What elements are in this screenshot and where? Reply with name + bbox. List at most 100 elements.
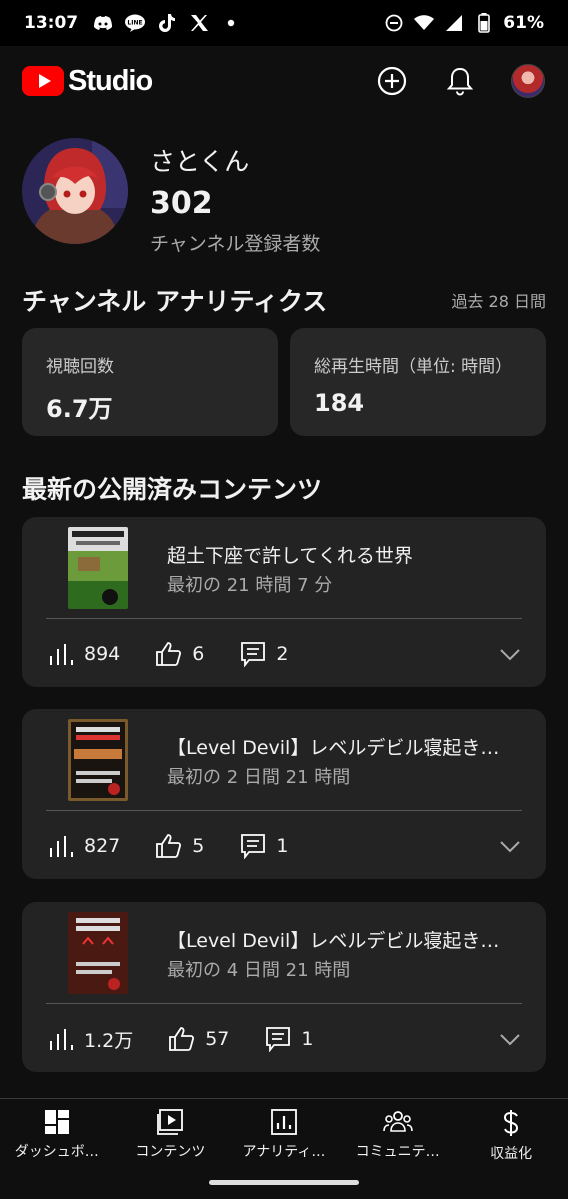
comments-count: 2 [276, 643, 289, 665]
watch-time-card[interactable]: 総再生時間（単位: 時間） 184 [290, 328, 546, 436]
video-title: 【Level Devil】レベルデビル寝起きで… [167, 930, 517, 952]
battery-icon [473, 13, 495, 33]
wifi-icon [413, 14, 435, 32]
svg-text:LINE: LINE [128, 20, 143, 27]
thumbs-up-icon [169, 1027, 195, 1051]
dnd-icon [383, 14, 405, 32]
content-icon [157, 1109, 184, 1135]
battery-percent: 61% [503, 13, 544, 33]
video-period: 最初の 2 日間 21 時間 [167, 767, 351, 788]
line-icon: LINE [124, 14, 146, 32]
comment-icon [241, 642, 266, 667]
video-period: 最初の 21 時間 7 分 [167, 575, 333, 596]
divider [46, 618, 522, 619]
account-button[interactable] [510, 63, 546, 99]
dollar-icon [504, 1110, 519, 1136]
content-card[interactable]: 超土下座で許してくれる世界 最初の 21 時間 7 分 894 6 2 [22, 517, 546, 687]
latest-content-title: 最新の公開済みコンテンツ [22, 475, 323, 504]
likes-metric: 57 [169, 1027, 229, 1051]
likes-count: 5 [192, 835, 205, 857]
bar-chart-icon [50, 644, 73, 665]
comments-metric: 1 [265, 1026, 314, 1052]
discord-icon [92, 14, 114, 32]
comments-metric: 2 [240, 641, 288, 667]
content-card[interactable]: 【Level Devil】レベルデビル寝起きで… 最初の 2 日間 21 時間 … [22, 709, 546, 879]
thumbs-up-icon [156, 642, 182, 666]
likes-metric: 5 [156, 834, 204, 858]
bar-chart-icon [50, 836, 73, 857]
status-time: 13:07 [24, 13, 79, 33]
plus-circle-icon [377, 66, 407, 96]
views-metric: 827 [48, 835, 120, 857]
logo-text: Studio [68, 64, 153, 97]
nav-label: ダッシュボ… [14, 1144, 99, 1160]
expand-button[interactable] [498, 834, 522, 858]
comments-count: 1 [276, 835, 289, 857]
x-icon [188, 14, 210, 32]
comment-icon [266, 1027, 291, 1052]
create-button[interactable] [374, 63, 410, 99]
stat-label: 総再生時間（単位: 時間） [314, 357, 513, 377]
app-header: Studio [0, 46, 568, 116]
video-thumbnail[interactable] [68, 719, 128, 801]
home-indicator[interactable] [209, 1180, 359, 1185]
status-bar: 13:07 LINE 61% [0, 0, 568, 46]
likes-count: 6 [192, 643, 205, 665]
stat-value: 6.7万 [46, 395, 113, 423]
video-thumbnail[interactable] [68, 912, 128, 994]
bar-chart-icon [50, 1029, 73, 1050]
channel-avatar[interactable] [22, 138, 128, 244]
tiktok-icon [156, 14, 178, 32]
avatar [511, 64, 545, 98]
notifications-button[interactable] [442, 63, 478, 99]
likes-count: 57 [205, 1028, 230, 1050]
analytics-title: チャンネル アナリティクス [22, 287, 328, 316]
video-period: 最初の 4 日間 21 時間 [167, 960, 351, 981]
chevron-down-icon [500, 1034, 520, 1046]
analytics-period: 過去 28 日間 [451, 292, 546, 311]
views-metric: 1.2万 [48, 1026, 133, 1053]
channel-profile: さとくん 302 チャンネル登録者数 [22, 138, 320, 256]
signal-icon [443, 14, 465, 32]
content-card[interactable]: 【Level Devil】レベルデビル寝起きで… 最初の 4 日間 21 時間 … [22, 902, 546, 1072]
video-title: 【Level Devil】レベルデビル寝起きで… [167, 737, 517, 759]
nav-label: コミュニテ… [355, 1144, 440, 1160]
comments-metric: 1 [240, 833, 288, 859]
studio-logo[interactable]: Studio [22, 64, 153, 98]
nav-label: コンテンツ [135, 1144, 206, 1160]
dashboard-icon [44, 1110, 69, 1134]
video-thumbnail[interactable] [68, 527, 128, 609]
stat-label: 視聴回数 [46, 357, 114, 377]
analytics-header: チャンネル アナリティクス 過去 28 日間 [22, 282, 546, 318]
bottom-navigation: ダッシュボ… コンテンツ アナリティ… コミュニテ… 収益化 [0, 1098, 568, 1199]
video-title: 超土下座で許してくれる世界 [167, 545, 413, 567]
community-icon [382, 1111, 413, 1132]
divider [46, 1003, 522, 1004]
nav-earn[interactable]: 収益化 [454, 1099, 568, 1199]
nav-label: 収益化 [490, 1146, 533, 1162]
likes-metric: 6 [156, 642, 204, 666]
stat-value: 184 [314, 389, 365, 417]
expand-button[interactable] [498, 1027, 522, 1051]
thumbs-up-icon [156, 834, 182, 858]
nav-label: アナリティ… [242, 1144, 326, 1160]
divider [46, 810, 522, 811]
chevron-down-icon [500, 841, 520, 853]
subscriber-label: チャンネル登録者数 [150, 233, 321, 255]
views-count: 827 [84, 835, 121, 857]
studio-page: 13:07 LINE 61% Studio さとくん 302 チャンネル登録者数… [0, 0, 568, 1199]
nav-dashboard[interactable]: ダッシュボ… [0, 1099, 114, 1199]
expand-button[interactable] [498, 642, 522, 666]
views-metric: 894 [48, 643, 120, 665]
analytics-icon [271, 1109, 297, 1135]
views-card[interactable]: 視聴回数 6.7万 [22, 328, 278, 436]
dot-icon [220, 14, 242, 32]
comment-icon [241, 834, 266, 859]
bell-icon [447, 67, 473, 96]
youtube-logo-icon [22, 66, 64, 96]
views-count: 894 [84, 643, 121, 665]
chevron-down-icon [500, 649, 520, 661]
comments-count: 1 [301, 1028, 314, 1050]
views-count: 1.2万 [84, 1029, 134, 1052]
channel-name: さとくん [150, 147, 250, 176]
